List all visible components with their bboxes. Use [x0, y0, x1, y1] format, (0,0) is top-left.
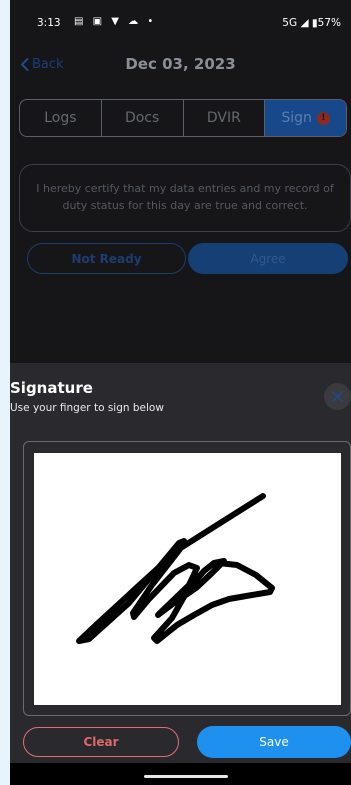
signature-sheet: Signature Use your finger to sign below …	[10, 363, 351, 763]
alert-icon: !	[316, 111, 330, 125]
not-ready-button[interactable]: Not Ready	[27, 243, 186, 274]
cloud-icon: ☁	[128, 16, 142, 27]
status-right: 5G ◢ ▮57%	[282, 17, 341, 29]
linkedin-icon: ▣	[92, 16, 106, 27]
signature-drawing	[76, 493, 275, 644]
tab-sign[interactable]: Sign !	[265, 100, 346, 136]
signature-subtitle: Use your finger to sign below	[10, 402, 164, 414]
tab-sign-label: Sign	[281, 110, 312, 126]
network-label: 5G	[282, 17, 298, 29]
status-time: 3:13	[37, 17, 61, 29]
close-button[interactable]	[324, 383, 351, 410]
teams-icon: ▤	[74, 16, 87, 27]
home-indicator[interactable]	[144, 775, 228, 778]
signature-frame	[23, 441, 351, 716]
save-button[interactable]: Save	[197, 726, 351, 758]
header: Back Dec 03, 2023	[10, 50, 351, 80]
signature-pad[interactable]	[34, 453, 341, 705]
agree-button[interactable]: Agree	[188, 243, 348, 274]
app-screen: 3:13 ▤ ▣ ▼ ☁ • 5G ◢ ▮57% Back Dec 03, 20…	[10, 0, 351, 785]
close-icon	[332, 391, 343, 402]
signature-title: Signature	[10, 379, 93, 397]
notification-icons: ▤ ▣ ▼ ☁ •	[74, 16, 156, 27]
battery-level: 57%	[317, 17, 341, 29]
page-title: Dec 03, 2023	[125, 55, 236, 73]
certification-statement: I hereby certify that my data entries an…	[19, 164, 351, 232]
dot-icon: •	[147, 16, 157, 27]
signal-icon: ◢	[300, 17, 309, 29]
shield-icon: ▼	[111, 16, 122, 27]
tab-logs[interactable]: Logs	[20, 100, 102, 136]
tab-bar: Logs Docs DVIR Sign !	[19, 99, 347, 137]
tab-dvir[interactable]: DVIR	[184, 100, 266, 136]
tab-docs[interactable]: Docs	[102, 100, 184, 136]
navigation-bar	[10, 763, 351, 785]
clear-button[interactable]: Clear	[23, 727, 179, 757]
status-bar: 3:13 ▤ ▣ ▼ ☁ • 5G ◢ ▮57%	[10, 0, 351, 40]
